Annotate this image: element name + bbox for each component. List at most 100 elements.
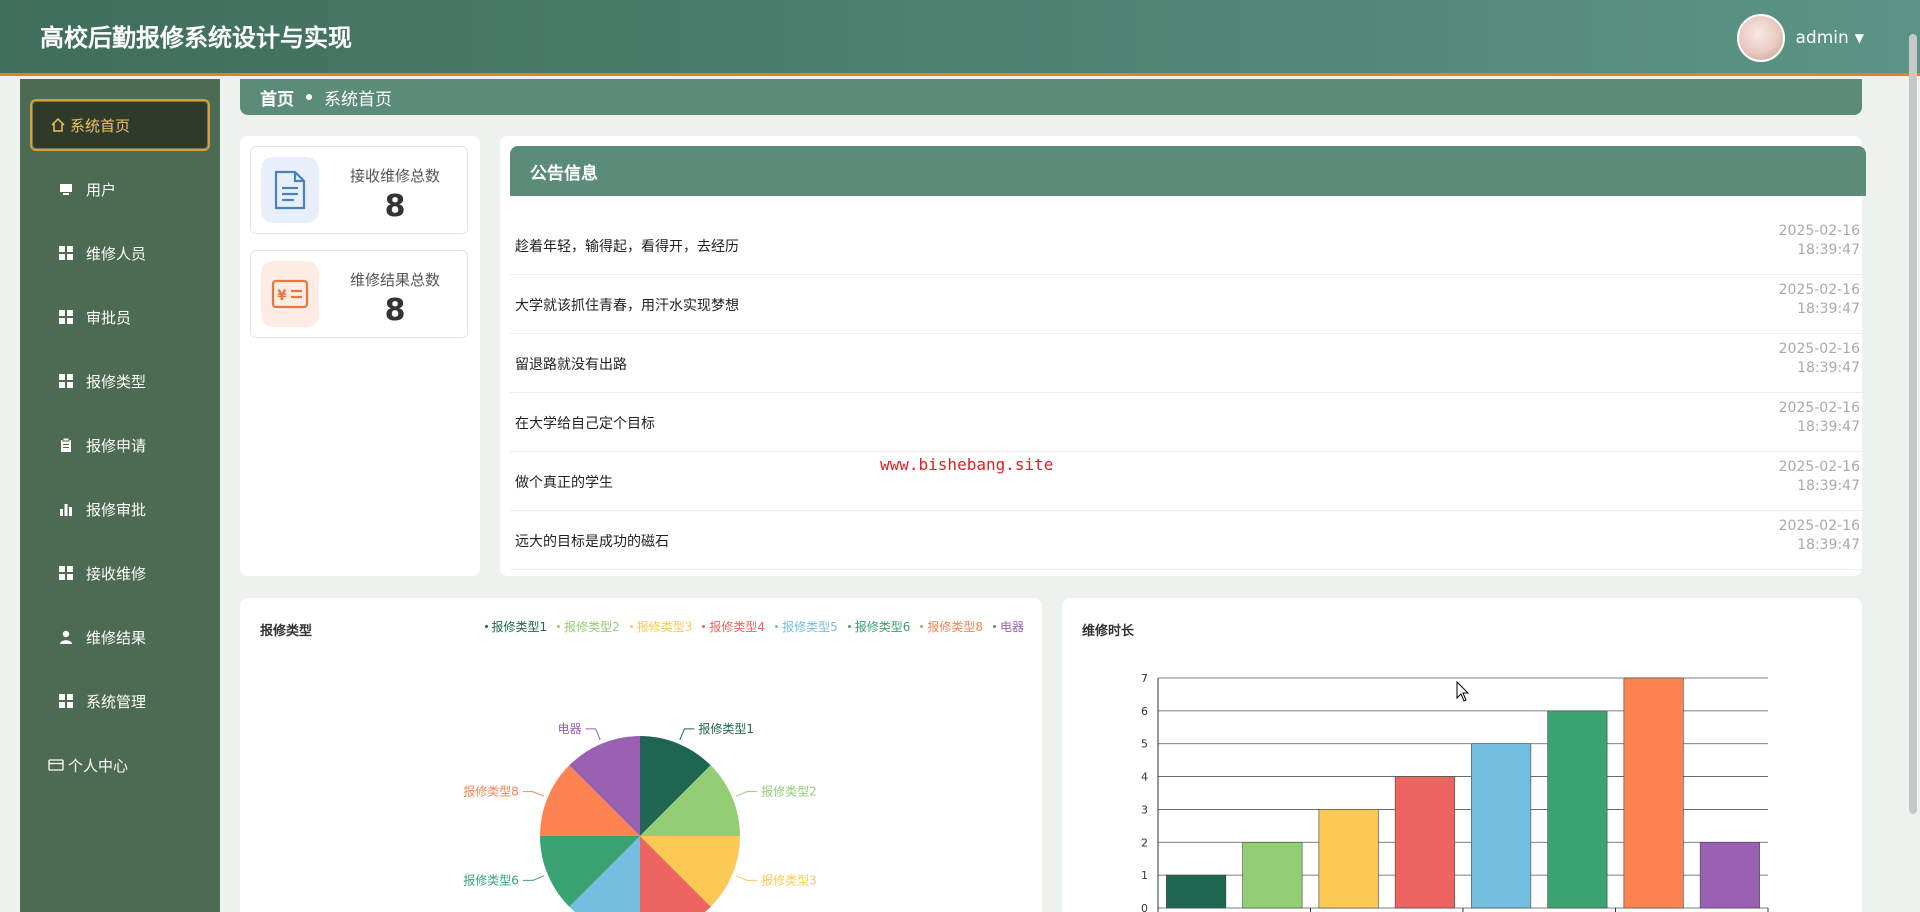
document-icon <box>261 157 319 223</box>
grid-icon <box>58 565 74 581</box>
notice-text[interactable]: 远大的目标是成功的磁石 <box>515 531 669 551</box>
sidebar-item-label: 接收维修 <box>86 564 147 583</box>
pie-chart: 报修类型1 报修类型2 报修类型3 报修类型6 报修类型8 电器 <box>463 721 817 912</box>
bar[interactable] <box>1547 710 1608 909</box>
scrollbar-thumb[interactable] <box>1909 34 1917 814</box>
pie-label-line <box>522 875 545 881</box>
pie-label-line <box>585 728 601 741</box>
top-bar: 高校后勤报修系统设计与实现 admin ▼ <box>0 0 1920 76</box>
user-icon <box>58 629 74 645</box>
notice-date: 2025-02-16 <box>1778 400 1860 416</box>
sidebar-item-repairers[interactable]: 维修人员 <box>30 227 210 279</box>
card-icon <box>48 757 64 773</box>
notice-text[interactable]: 大学就该抓住青春，用汗水实现梦想 <box>515 295 739 315</box>
notice-date: 2025-02-16 <box>1778 282 1860 298</box>
y-tick-label: 3 <box>1141 803 1148 816</box>
stat-value: 8 <box>384 293 406 328</box>
bar[interactable] <box>1318 809 1379 909</box>
notice-timestamp: 2025-02-16 18:39:47 <box>1779 458 1860 496</box>
sidebar-item-home[interactable]: 系统首页 <box>30 99 210 151</box>
username[interactable]: admin <box>1795 28 1848 48</box>
notice-text[interactable]: 趁着年轻，输得起，看得开，去经历 <box>515 236 739 256</box>
notice-text[interactable]: 留退路就没有出路 <box>515 354 627 374</box>
bar-chart-icon <box>58 501 74 517</box>
notice-item[interactable]: 做个真正的学生 2025-02-16 18:39:47 <box>510 452 1866 511</box>
sidebar-item-label: 维修人员 <box>86 244 147 263</box>
notice-timestamp: 2025-02-16 18:39:47 <box>1779 399 1860 437</box>
pie-label: 报修类型3 <box>761 872 817 887</box>
notice-panel: 公告信息 趁着年轻，输得起，看得开，去经历 2025-02-16 18:39:47… <box>500 136 1866 576</box>
notice-timestamp: 2025-02-16 18:39:47 <box>1779 222 1860 260</box>
bar[interactable] <box>1394 776 1455 909</box>
sidebar-item-repair-results[interactable]: 维修结果 <box>30 611 210 663</box>
notice-time: 18:39:47 <box>1797 419 1860 435</box>
bar[interactable] <box>1471 743 1532 909</box>
y-tick-label: 1 <box>1141 869 1148 882</box>
notice-time: 18:39:47 <box>1797 478 1860 494</box>
notice-item[interactable]: 在大学给自己定个目标 2025-02-16 18:39:47 <box>510 393 1866 452</box>
sidebar-item-receive-repair[interactable]: 接收维修 <box>30 547 210 599</box>
notice-item[interactable]: 大学就该抓住青春，用汗水实现梦想 2025-02-16 18:39:47 <box>510 275 1866 334</box>
bar[interactable] <box>1699 841 1760 909</box>
avatar[interactable] <box>1737 14 1786 62</box>
page-scrollbar[interactable] <box>1906 34 1920 814</box>
yen-card-icon: ¥ <box>261 261 319 327</box>
bar[interactable] <box>1166 874 1227 909</box>
notice-item[interactable]: 趁着年轻，输得起，看得开，去经历 2025-02-16 18:39:47 <box>510 216 1866 275</box>
grid-icon <box>58 693 74 709</box>
notice-date: 2025-02-16 <box>1778 341 1860 357</box>
pie-chart-panel: 报修类型 报修类型1 报修类型2 报修类型3 报修类型4 报修类型5 报修类型6 报修类型8… <box>240 598 1042 912</box>
stat-label: 维修结果总数 <box>349 271 440 289</box>
monitor-icon <box>58 181 74 197</box>
sidebar-item-label: 报修审批 <box>86 500 147 519</box>
notice-date: 2025-02-16 <box>1778 518 1860 534</box>
mouse-cursor-icon <box>1456 681 1470 702</box>
sidebar-item-repair-approval[interactable]: 报修审批 <box>30 483 210 535</box>
app-title: 高校后勤报修系统设计与实现 <box>40 24 352 52</box>
sidebar-item-label: 个人中心 <box>68 756 129 775</box>
breadcrumb: 首页 系统首页 <box>240 79 1862 115</box>
sidebar-item-repair-types[interactable]: 报修类型 <box>30 355 210 407</box>
notice-timestamp: 2025-02-16 18:39:47 <box>1779 517 1860 555</box>
stat-card-results: ¥ 维修结果总数 8 <box>250 250 468 338</box>
grid-icon <box>58 309 74 325</box>
sidebar-item-repair-requests[interactable]: 报修申请 <box>30 419 210 471</box>
bar[interactable] <box>1623 677 1684 909</box>
notice-item[interactable]: 留退路就没有出路 2025-02-16 18:39:47 <box>510 334 1866 393</box>
notice-text[interactable]: 做个真正的学生 <box>515 472 613 492</box>
pie-label: 报修类型8 <box>463 784 519 799</box>
bar[interactable] <box>1242 841 1303 909</box>
pie-label-line <box>735 791 758 797</box>
pie-label: 报修类型6 <box>463 872 519 887</box>
breadcrumb-home[interactable]: 首页 <box>260 85 294 110</box>
user-menu[interactable]: admin ▼ <box>1737 14 1864 62</box>
svg-text:¥: ¥ <box>277 288 287 304</box>
sidebar-item-label: 审批员 <box>86 308 132 327</box>
notice-timestamp: 2025-02-16 18:39:47 <box>1779 340 1860 378</box>
pie-label: 电器 <box>558 722 582 736</box>
y-tick-label: 6 <box>1141 705 1148 718</box>
stat-card-received: 接收维修总数 8 <box>250 146 468 234</box>
stat-label: 接收维修总数 <box>349 167 440 185</box>
bar-chart: 0 1 2 3 4 5 6 7 <box>1141 672 1769 912</box>
sidebar-item-personal-center[interactable]: 个人中心 <box>30 739 210 791</box>
chevron-down-icon[interactable]: ▼ <box>1855 31 1864 45</box>
grid-icon <box>58 373 74 389</box>
clipboard-icon <box>58 437 74 453</box>
notice-header: 公告信息 <box>510 146 1866 196</box>
bar-chart-panel: 维修时长 01234567 <box>1062 598 1862 912</box>
watermark-text: www.bishebang.site <box>880 455 1054 474</box>
notice-item[interactable]: 远大的目标是成功的磁石 2025-02-16 18:39:47 <box>510 511 1866 570</box>
sidebar-item-system-admin[interactable]: 系统管理 <box>30 675 210 727</box>
notice-timestamp: 2025-02-16 18:39:47 <box>1779 281 1860 319</box>
pie-label-line <box>679 728 695 741</box>
notice-text[interactable]: 在大学给自己定个目标 <box>515 413 655 433</box>
y-tick-label: 2 <box>1141 836 1148 849</box>
grid-icon <box>58 245 74 261</box>
sidebar: 系统首页 用户 维修人员 审批员 报修类型 报修申请 报修审批 接收维修 维修结… <box>20 79 220 912</box>
y-tick-label: 5 <box>1141 738 1148 751</box>
sidebar-item-approvers[interactable]: 审批员 <box>30 291 210 343</box>
y-tick-label: 7 <box>1141 672 1148 685</box>
sidebar-item-label: 用户 <box>86 180 117 199</box>
sidebar-item-users[interactable]: 用户 <box>30 163 210 215</box>
